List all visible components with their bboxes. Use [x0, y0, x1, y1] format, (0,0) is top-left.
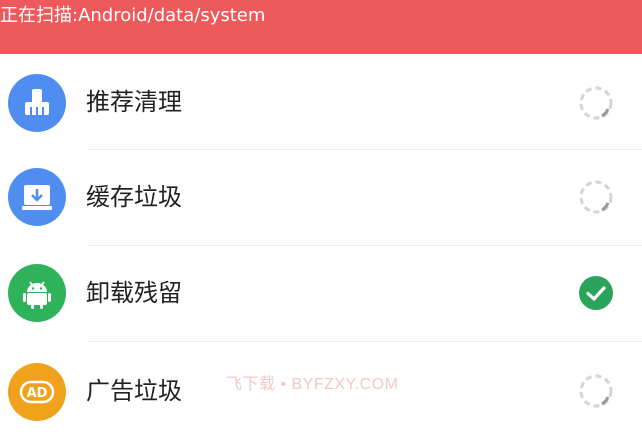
svg-text:AD: AD — [27, 386, 48, 401]
ad-icon: AD — [8, 363, 66, 421]
android-icon — [8, 264, 66, 322]
scan-header: 正在扫描:Android/data/system — [0, 0, 642, 54]
loading-spinner-icon — [577, 84, 615, 122]
watermark: 飞下载 • BYFZXY.COM — [226, 376, 399, 393]
item-label: 推荐清理 — [86, 88, 182, 116]
broom-icon — [8, 74, 66, 132]
scan-status-text: 正在扫描:Android/data/system — [0, 5, 266, 26]
item-label: 缓存垃圾 — [86, 183, 182, 211]
item-label: 卸载残留 — [86, 279, 182, 307]
check-done-icon — [577, 274, 615, 312]
list-item-recommended[interactable]: 推荐清理 — [0, 54, 642, 150]
download-icon — [8, 168, 66, 226]
list-item-cache[interactable]: 缓存垃圾 — [0, 150, 642, 246]
loading-spinner-icon — [577, 372, 615, 410]
list-item-uninstall-residue[interactable]: 卸载残留 — [0, 246, 642, 342]
loading-spinner-icon — [577, 178, 615, 216]
